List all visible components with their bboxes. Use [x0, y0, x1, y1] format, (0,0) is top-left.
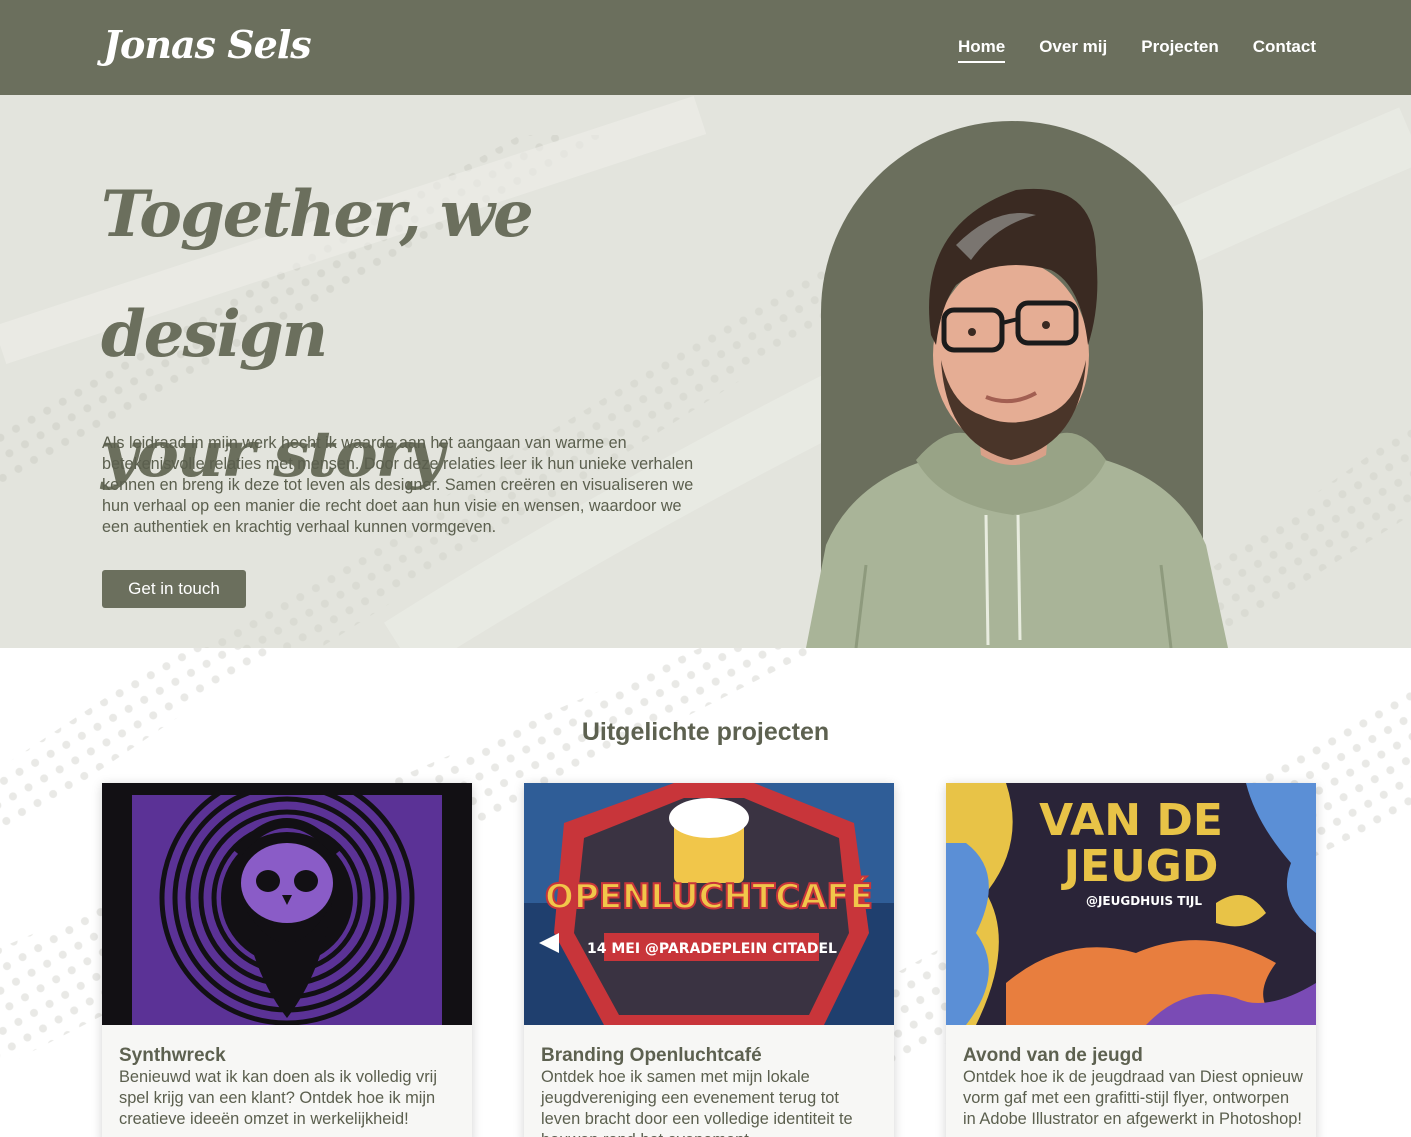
portrait-photo	[806, 188, 1228, 648]
nav-links: Home Over mij Projecten Contact	[957, 37, 1316, 63]
poster-handle: @JEUGDHUIS TIJL	[1086, 894, 1202, 908]
openluchtcafe-poster: OPENLUCHTCAFÉ 14 MEI @PARADEPLEIN CITADE…	[524, 783, 894, 1025]
poster-title: OPENLUCHTCAFÉ	[545, 876, 873, 917]
featured-projects-section: Uitgelichte projecten Synthwreck Benieuw…	[0, 648, 1411, 1137]
nav-contact-link[interactable]: Contact	[1253, 37, 1316, 63]
project-title: Branding Openluchtcafé	[541, 1045, 762, 1066]
poster-banner: 14 MEI @PARADEPLEIN CITADEL	[587, 941, 837, 957]
section-heading: Uitgelichte projecten	[581, 718, 830, 746]
nav-home-link[interactable]: Home	[957, 37, 1006, 63]
project-image-avond-van-de-jeugd: VAN DE JEUGD @JEUGDHUIS TIJL	[946, 783, 1316, 1025]
skull-artwork	[102, 783, 472, 1025]
hero-heading-line1: Together, we design	[101, 177, 534, 372]
nav-projecten-link[interactable]: Projecten	[1141, 37, 1218, 63]
project-title: Avond van de jeugd	[963, 1045, 1143, 1066]
project-title: Synthwreck	[119, 1045, 226, 1066]
project-image-synthwreck	[102, 783, 472, 1025]
top-nav: Jonas Sels Home Over mij Projecten Conta…	[0, 0, 1411, 95]
nav-over-mij-link[interactable]: Over mij	[1039, 37, 1107, 63]
project-description: Ontdek hoe ik de jeugdraad van Diest opn…	[963, 1068, 1303, 1128]
project-card-synthwreck[interactable]: Synthwreck Benieuwd wat ik kan doen als …	[102, 783, 472, 1137]
project-description: Ontdek hoe ik samen met mijn lokale jeug…	[541, 1068, 853, 1137]
project-card-openluchtcafe[interactable]: OPENLUCHTCAFÉ 14 MEI @PARADEPLEIN CITADE…	[524, 783, 894, 1137]
project-image-openluchtcafe: OPENLUCHTCAFÉ 14 MEI @PARADEPLEIN CITADE…	[524, 783, 894, 1025]
hero-description: Als leidraad in mijn werk hecht ik waard…	[102, 434, 694, 536]
poster-line2: JEUGD	[1061, 841, 1219, 892]
project-description: Benieuwd wat ik kan doen als ik volledig…	[119, 1068, 437, 1128]
get-in-touch-button[interactable]: Get in touch	[102, 570, 246, 608]
project-card-avond-van-de-jeugd[interactable]: VAN DE JEUGD @JEUGDHUIS TIJL Avond van d…	[946, 783, 1316, 1137]
site-logo[interactable]: Jonas Sels	[103, 22, 312, 67]
hero-section: Together, we design your story Als leidr…	[0, 95, 1411, 648]
jeugd-flyer: VAN DE JEUGD @JEUGDHUIS TIJL	[946, 783, 1316, 1025]
poster-line1: VAN DE	[1039, 795, 1223, 846]
